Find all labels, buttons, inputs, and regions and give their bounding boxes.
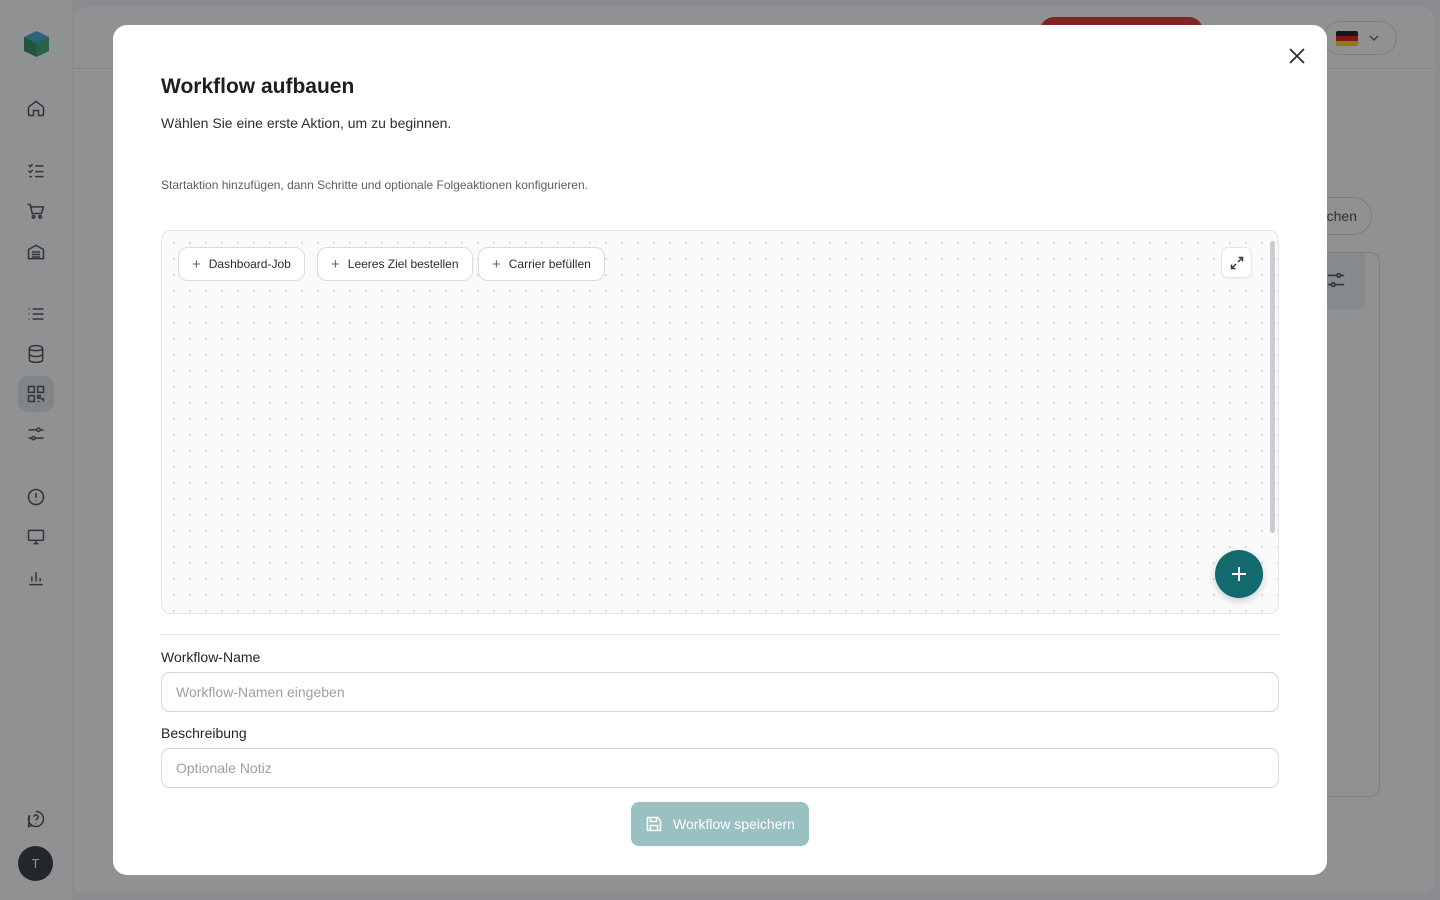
close-button[interactable] (1285, 44, 1309, 68)
close-icon (1289, 48, 1305, 64)
canvas-scrollbar[interactable] (1270, 241, 1275, 533)
workflow-modal: Workflow aufbauen Wählen Sie eine erste … (113, 25, 1327, 875)
plus-icon: + (331, 255, 340, 273)
expand-icon (1230, 256, 1243, 269)
workflow-name-input[interactable] (161, 672, 1279, 712)
add-fill-carrier-button[interactable]: + Carrier befüllen (478, 247, 605, 281)
add-empty-target-order-button[interactable]: + Leeres Ziel bestellen (317, 247, 473, 281)
fullscreen-button[interactable] (1221, 247, 1252, 278)
plus-icon: + (492, 255, 501, 273)
plus-icon (1232, 567, 1246, 581)
description-label: Beschreibung (161, 725, 247, 741)
start-action-label: Carrier befüllen (508, 257, 591, 271)
plus-icon: + (192, 255, 201, 273)
modal-title: Workflow aufbauen (161, 75, 355, 98)
add-step-button[interactable] (1215, 550, 1263, 598)
save-workflow-button[interactable]: Workflow speichern (631, 802, 809, 846)
modal-hint: Startaktion hinzufügen, dann Schritte un… (161, 178, 588, 192)
description-input[interactable] (161, 748, 1279, 788)
start-action-label: Dashboard-Job (208, 257, 291, 271)
form-divider (161, 634, 1279, 635)
modal-subtitle: Wählen Sie eine erste Aktion, um zu begi… (161, 115, 452, 131)
workflow-canvas[interactable]: + Dashboard-Job + Leeres Ziel bestellen … (161, 230, 1279, 614)
save-button-label: Workflow speichern (673, 816, 795, 832)
start-action-label: Leeres Ziel bestellen (347, 257, 459, 271)
add-dashboard-job-button[interactable]: + Dashboard-Job (178, 247, 305, 281)
workflow-name-label: Workflow-Name (161, 649, 261, 665)
save-icon (646, 816, 662, 832)
